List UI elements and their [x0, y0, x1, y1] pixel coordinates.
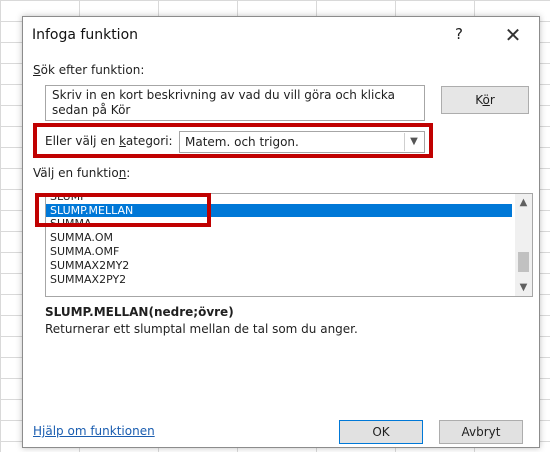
list-item[interactable]: SUMMAX2PY2 — [46, 273, 512, 286]
chevron-down-icon[interactable]: ▼ — [515, 279, 532, 296]
list-item[interactable]: SUMMAX2MY2 — [46, 259, 512, 272]
go-label-pre: K — [475, 93, 483, 107]
go-label-mnemonic: ö — [482, 93, 490, 107]
close-icon[interactable]: ✕ — [501, 23, 525, 47]
scrollbar[interactable]: ▲ ▼ — [515, 194, 532, 296]
scroll-thumb[interactable] — [518, 252, 529, 272]
go-label-post: r — [489, 93, 495, 107]
list-item[interactable]: SUMMA.OMF — [46, 245, 512, 258]
function-list-label-pre: Välj en funktio — [33, 166, 119, 180]
search-input[interactable]: Skriv in en kort beskrivning av vad du v… — [45, 85, 425, 121]
ok-button[interactable]: OK — [339, 420, 423, 444]
cancel-button[interactable]: Avbryt — [439, 420, 523, 444]
go-button[interactable]: Kör — [441, 86, 529, 114]
function-list-label-post: : — [126, 166, 131, 180]
search-label-mnemonic: S — [33, 63, 41, 77]
list-item[interactable]: SUMMA.OM — [46, 231, 512, 244]
function-description: Returnerar ett slumptal mellan de tal so… — [45, 322, 358, 336]
category-highlight-box — [33, 123, 433, 158]
chevron-up-icon[interactable]: ▲ — [515, 194, 532, 211]
insert-function-dialog: Infoga funktion ? ✕ Sök efter funktion: … — [22, 16, 540, 448]
search-label: Sök efter funktion: — [33, 63, 144, 77]
help-link[interactable]: Hjälp om funktionen — [33, 424, 155, 438]
dialog-title: Infoga funktion — [32, 27, 139, 43]
selected-function-highlight-box — [35, 193, 211, 227]
search-label-text: ök efter funktion: — [40, 63, 145, 77]
title-bar: Infoga funktion ? ✕ — [23, 17, 539, 55]
function-signature: SLUMP.MELLAN(nedre;övre) — [45, 305, 234, 319]
function-list-label: Välj en funktion: — [33, 166, 130, 180]
help-icon[interactable]: ? — [449, 25, 469, 47]
